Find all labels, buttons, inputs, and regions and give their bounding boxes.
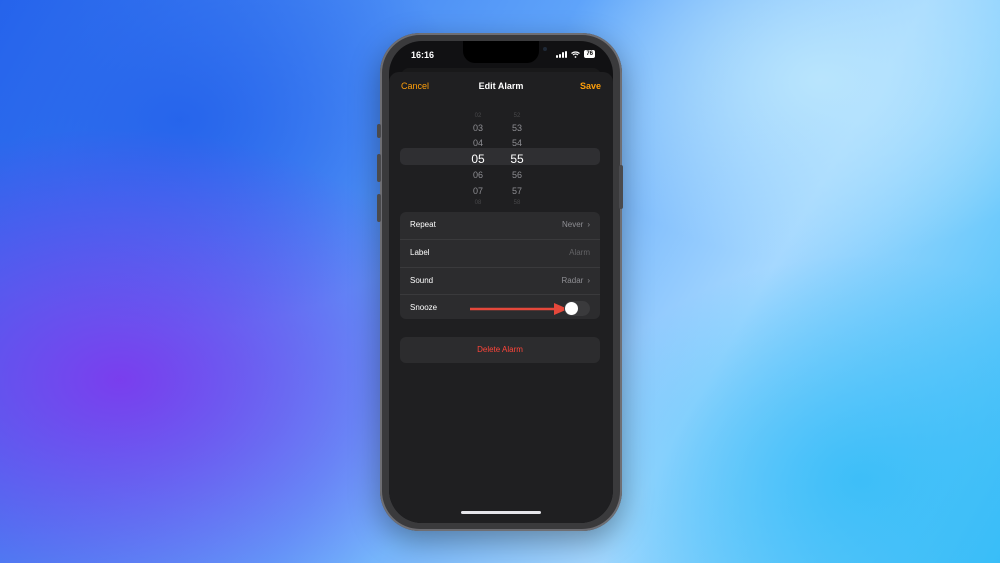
volume-down-button (377, 194, 381, 222)
delete-alarm-button[interactable]: Delete Alarm (400, 337, 600, 363)
home-indicator[interactable] (461, 511, 541, 514)
chevron-right-icon: › (587, 220, 590, 229)
power-button (619, 165, 623, 209)
alarm-settings-list: Repeat Never › Label Alarm Sound Radar › S… (400, 212, 600, 319)
dynamic-island (463, 41, 547, 63)
label-row[interactable]: Label Alarm (400, 240, 600, 268)
sound-label: Sound (410, 275, 434, 285)
signal-icon (556, 50, 568, 58)
hour-option: 02 (474, 113, 482, 119)
chevron-right-icon: › (587, 275, 590, 285)
minute-option: 54 (511, 138, 522, 148)
repeat-value-group: Never › (562, 220, 590, 229)
repeat-row[interactable]: Repeat Never › (400, 212, 600, 240)
edit-alarm-sheet: Cancel Edit Alarm Save 02 03 04 05 06 07… (389, 72, 613, 523)
sound-value: Radar (561, 275, 584, 285)
picker-selection-highlight (400, 148, 600, 165)
selected-hour: 05 (471, 152, 485, 166)
minute-option: 52 (513, 113, 521, 119)
wifi-icon (571, 50, 581, 58)
snooze-label: Snooze (410, 303, 438, 313)
volume-up-button (377, 154, 381, 182)
snooze-toggle[interactable] (564, 301, 590, 317)
battery-icon: 76 (584, 50, 595, 58)
status-time: 16:16 (411, 50, 435, 60)
repeat-label: Repeat (410, 220, 436, 229)
hour-option: 08 (474, 200, 482, 206)
front-camera (543, 47, 547, 51)
phone-screen: 16:16 76 Cancel Edit Alarm Save 02 03 04… (389, 41, 613, 523)
alarm-label-field[interactable]: Alarm (569, 248, 590, 257)
minute-option: 57 (511, 186, 522, 196)
toggle-knob (565, 302, 578, 316)
minute-wheel[interactable]: 52 53 54 55 56 57 58 (502, 112, 532, 207)
hour-option: 04 (472, 138, 483, 148)
snooze-row: Snooze (400, 295, 600, 319)
sound-row[interactable]: Sound Radar › (400, 268, 600, 296)
hour-option: 03 (472, 123, 483, 133)
sound-value-group: Radar › (562, 276, 590, 285)
save-button[interactable]: Save (580, 81, 601, 91)
delete-alarm-label: Delete Alarm (477, 345, 523, 354)
action-button (377, 124, 381, 138)
status-icons: 76 (556, 50, 595, 58)
repeat-value: Never (561, 220, 584, 229)
label-label: Label (410, 247, 430, 257)
annotation-arrow-icon (470, 303, 568, 316)
selected-minute: 55 (510, 152, 524, 166)
hour-option: 06 (472, 170, 483, 180)
minute-option: 56 (511, 170, 522, 180)
hour-option: 07 (472, 186, 483, 196)
time-picker[interactable]: 02 03 04 05 06 07 08 52 53 54 55 56 57 5… (389, 112, 613, 206)
nav-bar: Cancel Edit Alarm Save (389, 72, 613, 102)
minute-option: 58 (513, 200, 521, 206)
minute-option: 53 (511, 123, 522, 133)
hour-wheel[interactable]: 02 03 04 05 06 07 08 (463, 112, 493, 207)
